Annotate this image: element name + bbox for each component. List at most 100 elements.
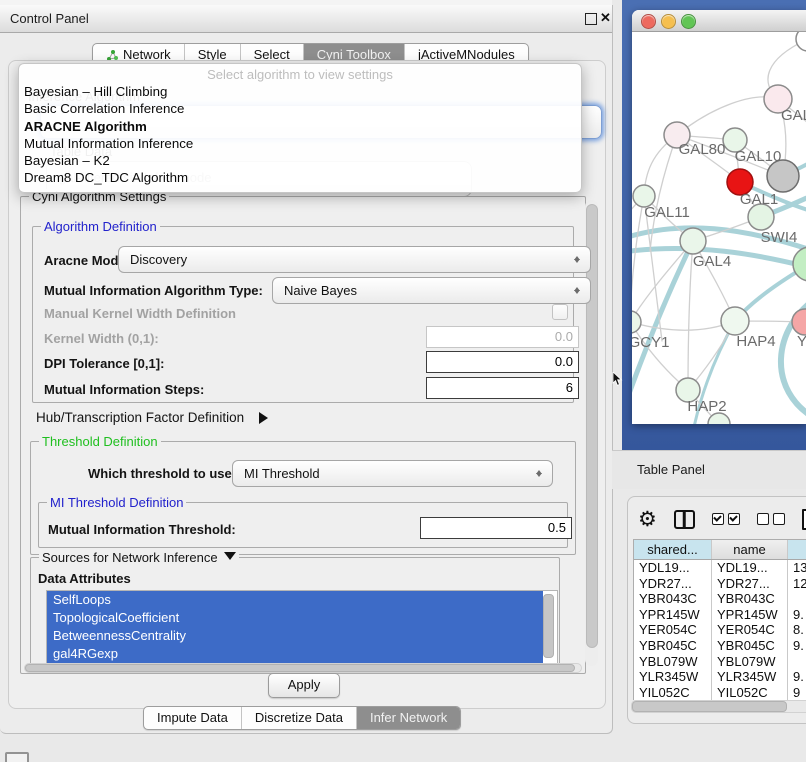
algorithm-option-dream8-dc-tdc-algorithm[interactable]: Dream8 DC_TDC Algorithm [19,169,581,186]
column-header-name[interactable]: name [712,540,788,559]
table-cell[interactable]: YBL079W [712,654,788,670]
algorithm-option-aracne-algorithm[interactable]: ARACNE Algorithm [19,118,581,135]
table-cell[interactable]: 8. [788,622,806,638]
dpi-tolerance-field[interactable]: 0.0 [426,351,579,373]
table-cell[interactable]: YDR27... [634,576,712,592]
table-row[interactable]: YBR045CYBR045C9. [634,638,806,654]
table-row[interactable]: YBR043CYBR043C [634,591,806,607]
algorithm-option-bayesian-hill-climbing[interactable]: Bayesian – Hill Climbing [19,83,581,100]
network-node-hap4[interactable] [721,307,749,335]
attribute-topologicalcoefficient[interactable]: TopologicalCoefficient [47,609,543,627]
table-cell[interactable]: YIL052C [712,685,788,701]
table-cell[interactable]: YIL052C [634,685,712,701]
minimize-window-icon[interactable] [661,14,676,29]
algorithm-option-bayesian-k2[interactable]: Bayesian – K2 [19,152,581,169]
table-row[interactable]: YDR27...YDR27...12 [634,576,806,592]
node-label: GAL80 [679,141,726,158]
column-layout-icon[interactable] [674,510,695,529]
table-panel: ⚙ shared...name YDL19...YDL19...13YDR27.… [627,496,806,724]
table-cell[interactable]: YBR045C [712,638,788,654]
network-window: GALGAL80GAL10GAL1GAL11GAL4SWI4GCY1HAP4YH… [632,10,806,424]
network-node-swi4[interactable] [793,247,806,281]
kernel-width-field[interactable]: 0.0 [426,326,579,348]
settings-hscrollbar-thumb[interactable] [25,664,575,672]
algorithm-option-mutual-information-inference[interactable]: Mutual Information Inference [19,135,581,152]
table-cell[interactable]: YLR345W [634,669,712,685]
table-row[interactable]: YLR345WYLR345W9. [634,669,806,685]
tab-infer-network[interactable]: Infer Network [356,707,460,729]
table-cell[interactable]: YDL19... [634,560,712,576]
column-header-2[interactable] [788,540,806,559]
table-hscrollbar[interactable] [631,700,806,713]
close-window-icon[interactable] [641,14,656,29]
table-cell[interactable] [788,654,806,670]
checkbox-icon [757,513,769,525]
mi-threshold-label: Mutual Information Threshold: [48,522,236,537]
table-row[interactable]: YBL079WYBL079W [634,654,806,670]
mi-steps-field[interactable]: 6 [426,377,579,399]
table-cell[interactable]: YDL19... [712,560,788,576]
table-row[interactable]: YDL19...YDL19...13 [634,560,806,576]
network-node-gal4[interactable] [680,228,706,254]
network-canvas[interactable]: GALGAL80GAL10GAL1GAL11GAL4SWI4GCY1HAP4YH… [632,32,806,424]
settings-hscrollbar[interactable] [24,663,582,673]
network-window-titlebar[interactable] [632,10,806,32]
new-table-icon[interactable] [802,509,806,530]
network-node-gcy1[interactable] [632,311,641,333]
table-row[interactable]: YIL052CYIL052C9 [634,685,806,701]
network-node[interactable] [796,32,806,51]
mi-threshold-field[interactable]: 0.5 [420,517,572,539]
float-panel-icon[interactable] [585,13,597,25]
table-body: YDL19...YDL19...13YDR27...YDR27...12YBR0… [634,560,806,700]
select-all-checkboxes-icon[interactable] [712,513,740,525]
manual-kernel-width-checkbox[interactable] [552,304,568,320]
which-threshold-combobox[interactable]: MI Threshold [232,460,553,487]
close-panel-icon[interactable]: ✕ [600,5,611,31]
table-cell[interactable]: YER054C [712,622,788,638]
zoom-window-icon[interactable] [681,14,696,29]
table-cell[interactable]: YBL079W [634,654,712,670]
attribute-gal4rgexp[interactable]: gal4RGexp [47,645,543,663]
data-attributes-list[interactable]: SelfLoopsTopologicalCoefficientBetweenne… [46,590,558,664]
table-cell[interactable]: YBR043C [634,591,712,607]
table-row[interactable]: YPR145WYPR145W9. [634,607,806,623]
table-cell[interactable]: YBR045C [634,638,712,654]
node-label: GAL4 [693,253,731,270]
table-cell[interactable]: 9 [788,685,806,701]
table-settings-gear-icon[interactable]: ⚙ [638,507,657,531]
table-cell[interactable]: YPR145W [634,607,712,623]
network-node-y[interactable] [792,309,806,335]
collapsed-panel-icon[interactable] [5,752,29,762]
table-row[interactable]: YER054CYER054C8. [634,622,806,638]
tab-discretize-data[interactable]: Discretize Data [241,707,356,729]
dpi-tolerance-label: DPI Tolerance [0,1]: [44,356,164,371]
manual-kernel-width-label: Manual Kernel Width Definition [44,306,236,321]
table-cell[interactable]: YDR27... [712,576,788,592]
table-cell[interactable] [788,591,806,607]
control-panel: Control Panel ✕ NetworkStyleSelectCyni T… [0,5,613,734]
table-hscrollbar-thumb[interactable] [632,701,787,712]
deselect-all-checkboxes-icon[interactable] [757,513,785,525]
table-cell[interactable]: 9. [788,669,806,685]
attribute-betweennesscentrality[interactable]: BetweennessCentrality [47,627,543,645]
table-cell[interactable]: 13 [788,560,806,576]
table-cell[interactable]: YBR043C [712,591,788,607]
table-cell[interactable]: YPR145W [712,607,788,623]
table-panel-title: Table Panel [637,451,705,489]
table-cell[interactable]: 12 [788,576,806,592]
column-header-shared[interactable]: shared... [634,540,712,559]
table-cell[interactable]: YER054C [634,622,712,638]
tab-impute-data[interactable]: Impute Data [144,707,241,729]
table-cell[interactable]: 9. [788,638,806,654]
table-cell[interactable]: 9. [788,607,806,623]
attributes-scrollbar-thumb[interactable] [543,594,554,658]
algorithm-option-basic-correlation-inference[interactable]: Basic Correlation Inference [19,100,581,117]
screen: Control Panel ✕ NetworkStyleSelectCyni T… [0,0,806,762]
aracne-mode-combobox[interactable]: Discovery [118,246,591,273]
table-cell[interactable]: YLR345W [712,669,788,685]
hub-definition-expander[interactable]: Hub/Transcription Factor Definition [36,409,274,427]
expand-arrow-icon [259,412,274,424]
apply-button[interactable]: Apply [268,673,340,698]
mi-algorithm-type-combobox[interactable]: Naive Bayes [272,277,591,304]
attribute-selfloops[interactable]: SelfLoops [47,591,543,609]
